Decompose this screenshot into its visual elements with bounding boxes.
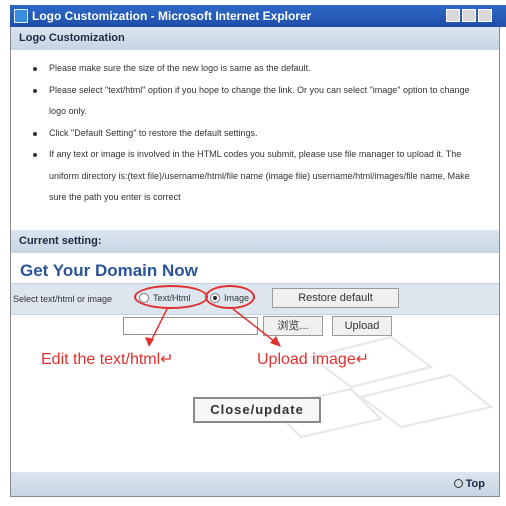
maximize-icon[interactable] <box>462 9 476 22</box>
notes-list: Please make sure the size of the new log… <box>11 58 499 209</box>
note-item: Click "Default Setting" to restore the d… <box>11 123 499 145</box>
highlight-oval-text <box>134 285 208 309</box>
current-setting-header: Current setting: <box>11 230 499 253</box>
annotation-edit-text: Edit the text/html↵ <box>41 351 174 368</box>
file-path-input[interactable] <box>123 317 258 335</box>
note-item: If any text or image is involved in the … <box>11 144 499 209</box>
minimize-icon[interactable] <box>446 9 460 22</box>
footer-bar: Top <box>11 472 499 496</box>
close-icon[interactable] <box>478 9 492 22</box>
restore-default-button[interactable]: Restore default <box>272 288 399 308</box>
note-item: Please select "text/html" option if you … <box>11 80 499 123</box>
select-bar: Select text/html or image Text/Html Imag… <box>11 283 499 315</box>
dialog-frame: Logo Customization Please make sure the … <box>10 27 500 497</box>
window-title: Logo Customization - Microsoft Internet … <box>32 9 312 23</box>
ie-icon <box>14 9 28 23</box>
current-logo-text: Get Your Domain Now <box>20 261 198 280</box>
note-item: Please make sure the size of the new log… <box>11 58 499 80</box>
top-link-label: Top <box>465 478 485 490</box>
select-label: Select text/html or image <box>13 294 113 304</box>
close-update-button[interactable]: Close/update <box>193 397 321 423</box>
page-header: Logo Customization <box>11 27 499 50</box>
arrow-up-icon <box>453 479 463 488</box>
arrow-edit-head <box>145 337 154 347</box>
window-titlebar: Logo Customization - Microsoft Internet … <box>10 5 506 27</box>
top-link[interactable]: Top <box>453 478 485 490</box>
highlight-oval-image <box>205 285 255 309</box>
